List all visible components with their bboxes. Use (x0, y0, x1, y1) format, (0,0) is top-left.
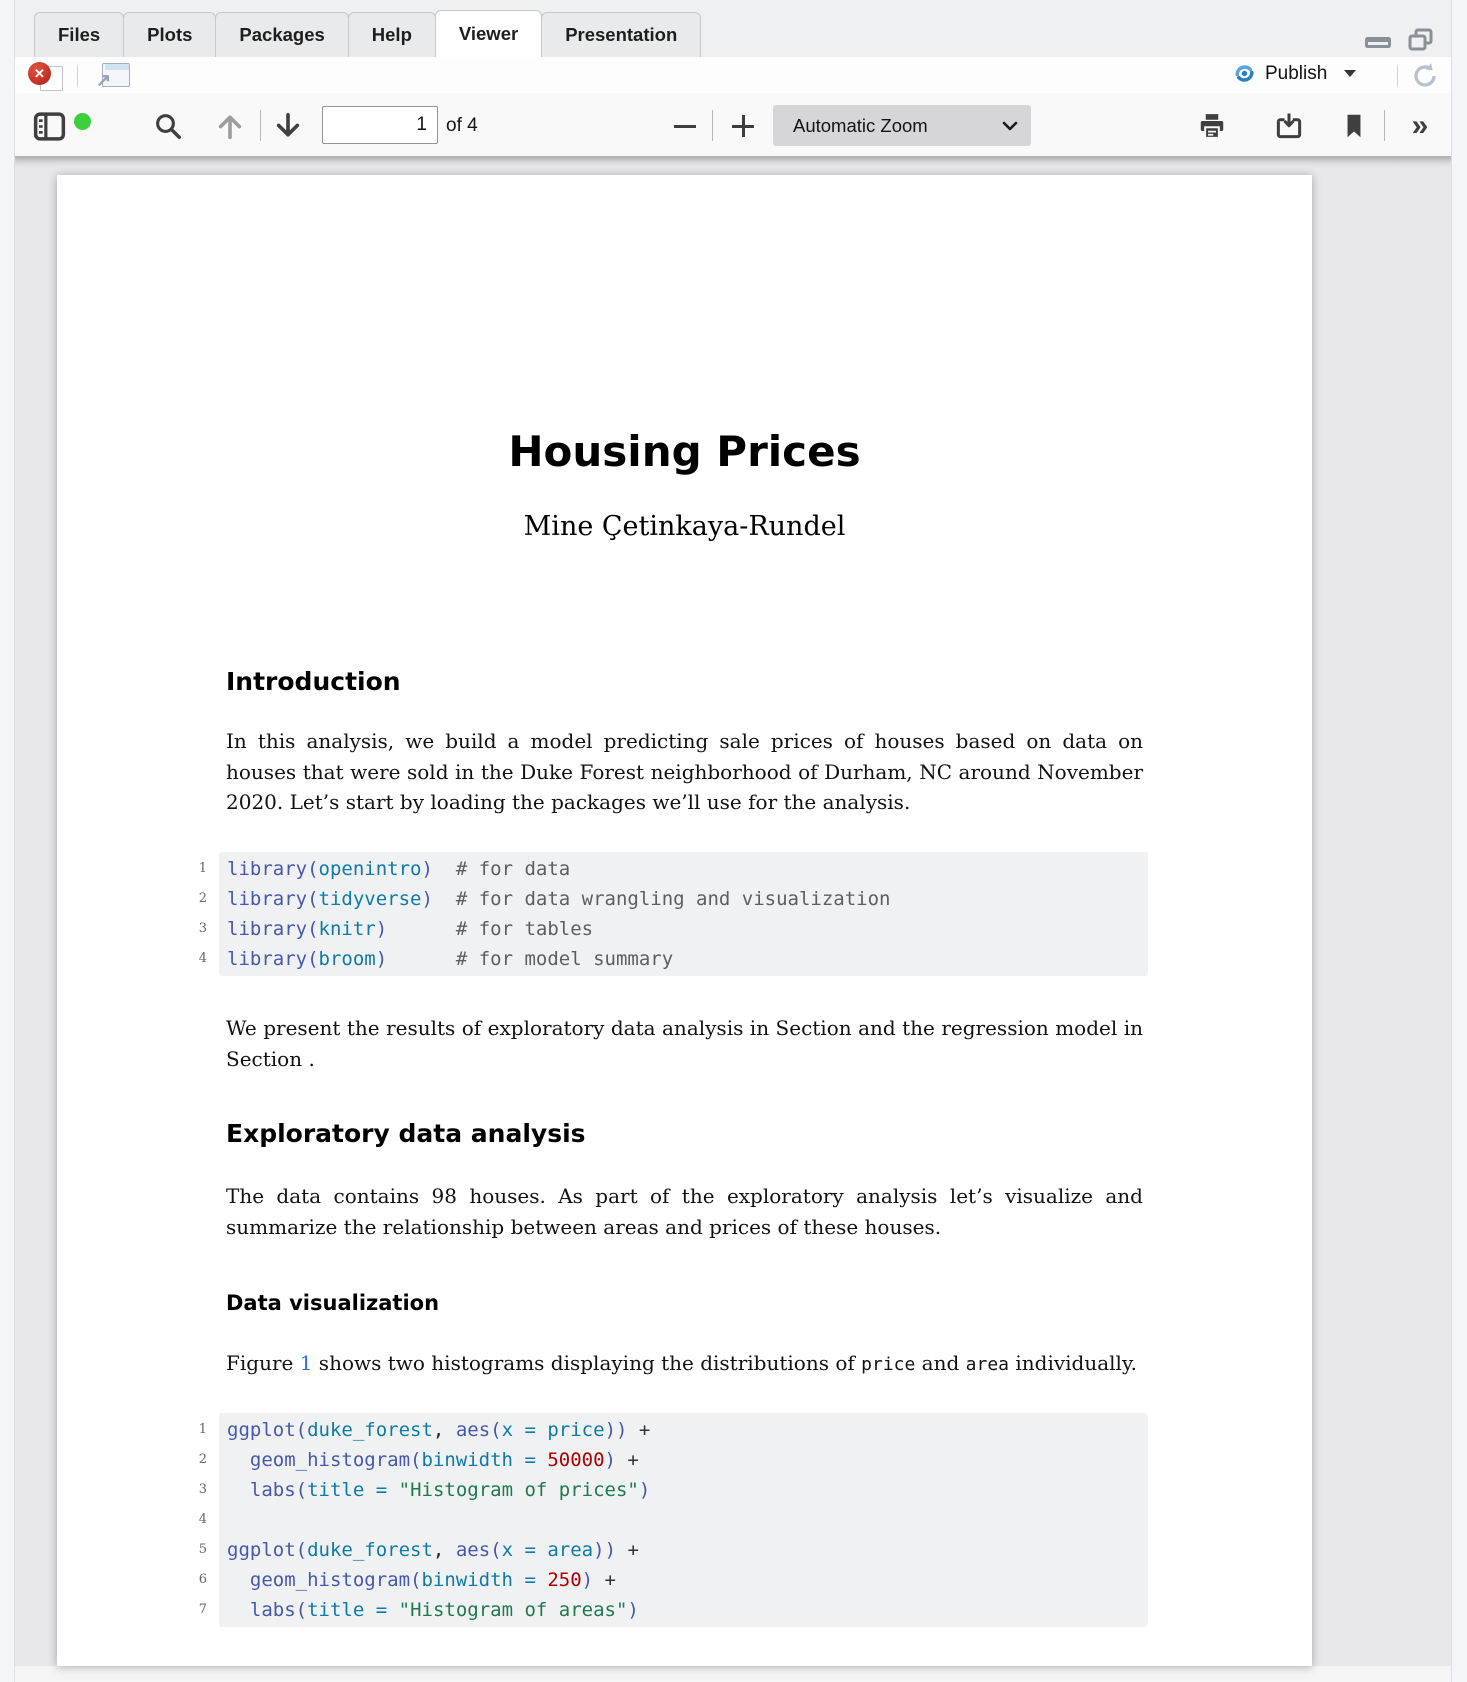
document-author: Mine Çetinkaya-Rundel (57, 511, 1312, 542)
tab-plots[interactable]: Plots (123, 12, 216, 57)
print-button[interactable] (1194, 108, 1230, 144)
rstudio-viewer-pane: FilesPlotsPackagesHelpViewerPresentation… (0, 0, 1467, 1682)
sidebar-icon (32, 109, 67, 144)
code-line: 1ggplot(duke_forest, aes(x = price)) + (219, 1415, 1148, 1445)
pdf-viewer-area[interactable]: Housing Prices Mine Çetinkaya-Rundel Int… (14, 157, 1452, 1682)
download-icon (1274, 111, 1304, 141)
code-line: 2 geom_histogram(binwidth = 50000) + (219, 1445, 1148, 1475)
tab-files[interactable]: Files (34, 12, 124, 57)
inline-code: area (966, 1354, 1009, 1375)
line-number: 2 (177, 1445, 207, 1475)
tab-help[interactable]: Help (348, 12, 436, 57)
code-line: 4 (219, 1505, 1148, 1535)
line-number: 6 (177, 1565, 207, 1595)
zoom-out-button[interactable] (667, 108, 703, 144)
publish-caret-icon (1344, 70, 1356, 77)
page-count-label: of 4 (446, 95, 478, 156)
pane-right-gutter (1451, 0, 1467, 1682)
present-paragraph: We present the results of exploratory da… (226, 1013, 1143, 1074)
toolbar-separator (1397, 65, 1398, 87)
bookmark-button[interactable] (1336, 108, 1372, 144)
publish-icon (1233, 62, 1256, 85)
zoom-select[interactable]: Automatic Zoom (773, 105, 1031, 146)
code-line: 1library(openintro) # for data (219, 854, 1148, 884)
clear-viewer-button[interactable]: ✕ (28, 62, 68, 91)
tab-strip: FilesPlotsPackagesHelpViewerPresentation (34, 10, 700, 57)
code-line: 3library(knitr) # for tables (219, 914, 1148, 944)
code-line: 3 labs(title = "Histogram of prices") (219, 1475, 1148, 1505)
popout-arrow-icon: ↗ (96, 71, 111, 89)
open-in-new-window-button[interactable]: ↗ (96, 63, 130, 89)
toolbar-separator (260, 110, 261, 141)
subsection-heading-data-visualization: Data visualization (226, 1291, 439, 1315)
line-number: 1 (177, 854, 207, 884)
toolbar-separator (77, 65, 78, 87)
pdf-page-1: Housing Prices Mine Çetinkaya-Rundel Int… (57, 175, 1312, 1666)
intro-paragraph: In this analysis, we build a model predi… (226, 726, 1143, 818)
pdf-toolbar: of 4 Automatic Zoom (14, 95, 1452, 157)
section-heading-introduction: Introduction (226, 667, 401, 696)
inline-code: price (861, 1354, 915, 1375)
code-line: 4library(broom) # for model summary (219, 944, 1148, 974)
eda-paragraph: The data contains 98 houses. As part of … (226, 1181, 1143, 1242)
viewer-toolbar: ✕ ↗ Publish (14, 57, 1452, 96)
toolbar-shadow (14, 157, 1452, 167)
toolbar-separator (712, 110, 713, 141)
pane-tab-bar: FilesPlotsPackagesHelpViewerPresentation (14, 0, 1452, 57)
zoom-in-button[interactable] (725, 108, 761, 144)
line-number: 7 (177, 1595, 207, 1625)
toggle-sidebar-button[interactable] (31, 108, 67, 144)
line-number: 3 (177, 1475, 207, 1505)
line-number: 4 (177, 944, 207, 974)
pane-left-gutter (0, 0, 15, 1682)
arrow-down-icon (273, 111, 303, 141)
line-number: 5 (177, 1535, 207, 1565)
print-icon (1197, 111, 1227, 141)
search-icon (153, 111, 183, 141)
minus-icon (674, 125, 696, 128)
line-number: 1 (177, 1415, 207, 1445)
previous-page-button[interactable] (212, 108, 248, 144)
pane-window-buttons (1364, 28, 1434, 52)
maximize-pane-icon[interactable] (1408, 28, 1434, 52)
tab-viewer[interactable]: Viewer (435, 10, 542, 57)
code-line: 6 geom_histogram(binwidth = 250) + (219, 1565, 1148, 1595)
tab-packages[interactable]: Packages (215, 12, 348, 57)
close-icon: ✕ (28, 62, 51, 85)
figure-paragraph: Figure 1 shows two histograms displaying… (226, 1348, 1143, 1381)
code-block-ggplot: 1ggplot(duke_forest, aes(x = price)) +2 … (219, 1413, 1148, 1627)
publish-label: Publish (1265, 63, 1327, 85)
chevron-down-icon (1002, 121, 1018, 131)
page-number-input[interactable] (322, 106, 438, 144)
save-button[interactable] (1271, 108, 1307, 144)
section-heading-eda: Exploratory data analysis (226, 1119, 586, 1148)
publish-button[interactable]: Publish (1233, 62, 1356, 85)
line-number: 4 (177, 1505, 207, 1535)
toolbar-separator (1384, 110, 1385, 141)
bookmark-icon (1341, 112, 1367, 140)
tab-presentation[interactable]: Presentation (541, 12, 701, 57)
scroll-track[interactable] (14, 1666, 1452, 1682)
code-line: 2library(tidyverse) # for data wrangling… (219, 884, 1148, 914)
zoom-select-value: Automatic Zoom (793, 115, 928, 137)
double-chevron-icon: » (1412, 109, 1429, 143)
refresh-viewer-button[interactable] (1410, 61, 1440, 91)
plus-icon (732, 115, 754, 137)
minimize-pane-icon[interactable] (1364, 30, 1392, 50)
code-line: 5ggplot(duke_forest, aes(x = area)) + (219, 1535, 1148, 1565)
status-green-dot (72, 111, 93, 132)
next-page-button[interactable] (270, 108, 306, 144)
line-number: 3 (177, 914, 207, 944)
arrow-up-icon (215, 111, 245, 141)
code-line: 7 labs(title = "Histogram of areas") (219, 1595, 1148, 1625)
find-button[interactable] (150, 108, 186, 144)
code-block-libraries: 1library(openintro) # for data2library(t… (219, 852, 1148, 976)
more-tools-button[interactable]: » (1402, 108, 1438, 144)
document-title: Housing Prices (57, 427, 1312, 476)
line-number: 2 (177, 884, 207, 914)
figure-reference-link[interactable]: 1 (300, 1351, 313, 1375)
